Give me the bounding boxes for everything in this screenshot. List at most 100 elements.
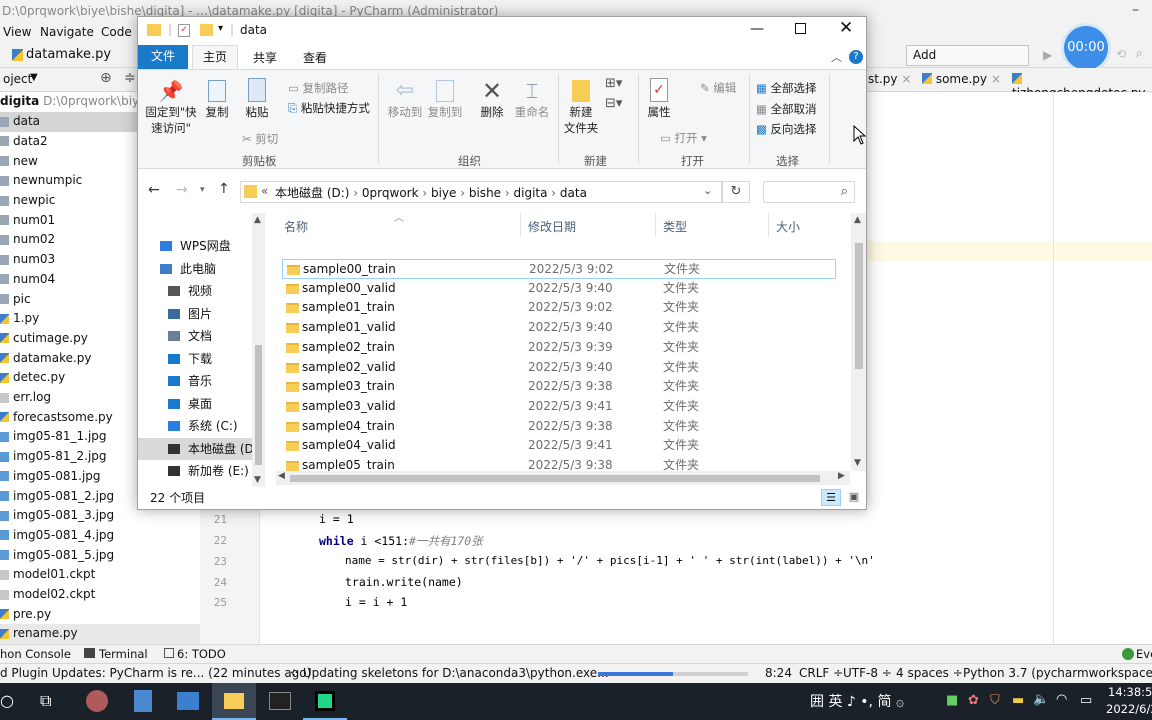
pin-quick-access-button[interactable]: 📌 固定到"快 速访问" [144,78,198,136]
file-row[interactable]: sample04_valid 2022/5/3 9:41 文件夹 [282,436,836,456]
volume-icon[interactable]: 🔈 [1033,692,1049,707]
details-view-icon[interactable]: ☰ [821,489,841,506]
nav-item[interactable]: 本地磁盘 (D [138,437,254,460]
terminal-icon[interactable] [269,692,291,710]
up-icon[interactable]: ↑ [218,181,230,197]
breadcrumb-item[interactable]: data [560,186,587,200]
nav-item[interactable]: WPS网盘 [138,235,253,258]
ime-indicator[interactable]: 囲 英 ♪ •, 简 ۞ [810,691,904,711]
line-separator[interactable]: CRLF ÷ [799,664,843,683]
breadcrumb-separator-icon[interactable]: › [501,186,513,200]
tray-icon[interactable]: ■ [946,693,958,708]
edit-button[interactable]: ✎ 编辑 [700,80,736,96]
breadcrumb-item[interactable]: digita [514,186,548,200]
project-item[interactable]: img05-081_5.jpg [0,546,200,566]
tray-icon[interactable]: ✿ [968,693,979,708]
select-none-button[interactable]: ▦ 全部取消 [756,101,817,117]
calculator-icon[interactable] [134,690,152,712]
select-all-button[interactable]: ▦ 全部选择 [756,80,817,96]
clock-date[interactable]: 2022/6/2 [1106,702,1152,716]
tab-file[interactable]: 文件 [138,45,188,69]
delete-button[interactable]: ✕ 删除 [474,78,510,120]
add-configuration-button[interactable]: Add Configuration... [906,45,1029,81]
file-row[interactable]: sample04_train 2022/5/3 9:38 文件夹 [282,417,836,437]
project-item[interactable]: rename.py [0,624,200,645]
move-to-button[interactable]: ⇦ 移动到 [386,78,424,120]
file-row[interactable]: sample03_train 2022/5/3 9:38 文件夹 [282,377,836,397]
status-task[interactable]: ⁘ Updating skeletons for D:\anaconda3\py… [289,664,609,683]
new-folder-button[interactable]: 新建 文件夹 [562,78,600,136]
search-input[interactable]: ⌕ [763,181,855,203]
project-panel-header[interactable]: oject [3,72,32,86]
breadcrumb-separator-icon[interactable]: › [349,186,361,200]
file-row[interactable]: sample02_valid 2022/5/3 9:40 文件夹 [282,358,836,378]
todo-tab[interactable]: 6: TODO [177,647,226,661]
breadcrumb-item[interactable]: 0prqwork [362,186,419,200]
search-everywhere-icon[interactable]: ⌕ [1136,46,1143,61]
properties-quick-icon[interactable]: ✓ [178,24,190,37]
clock-time[interactable]: 14:38:52 [1108,685,1152,699]
run-icon[interactable]: ▶ [1043,48,1052,62]
app-icon[interactable] [177,692,199,710]
file-list-horizontal-scrollbar[interactable]: ◀ ▶ [276,471,850,485]
collapse-ribbon-icon[interactable]: ︿ [831,49,842,65]
rename-button[interactable]: ⌶ 重命名 [512,78,552,120]
file-row[interactable]: sample03_valid 2022/5/3 9:41 文件夹 [282,397,836,417]
recording-timer[interactable]: 00:00 [1064,26,1108,70]
file-row[interactable]: sample05_train 2022/5/3 9:38 文件夹 [282,456,836,471]
recent-locations-icon[interactable]: ▾ [200,185,205,195]
large-icons-view-icon[interactable]: ▣ [845,489,863,506]
tab-share[interactable]: 共享 [253,49,277,66]
file-row[interactable]: sample00_valid 2022/5/3 9:40 文件夹 [282,279,836,299]
caret-position[interactable]: 8:24 [765,664,792,683]
nav-item[interactable]: 下载 [138,348,253,371]
column-header-name[interactable]: 名称 [284,218,308,235]
project-item[interactable]: model02.ckpt [0,585,200,605]
collapse-icon[interactable]: ≑ [124,70,136,86]
breadcrumb-item[interactable]: bishe [469,186,501,200]
column-header-type[interactable]: 类型 [663,218,687,235]
breadcrumb-separator-icon[interactable]: › [419,186,431,200]
project-item[interactable]: img05-081_4.jpg [0,526,200,546]
nav-scrollbar[interactable]: ▲ ▼ [252,213,265,487]
open-button[interactable]: ▭ 打开 ▾ [660,130,707,146]
nav-item[interactable]: 图片 [138,303,253,326]
new-folder-quick-icon[interactable] [200,24,213,36]
cut-button[interactable]: ✂ 剪切 [242,131,278,147]
app-icon[interactable] [86,690,108,712]
breadcrumb-item[interactable]: biye [431,186,456,200]
copy-path-button[interactable]: ▭ 复制路径 [288,80,349,96]
new-item-icon[interactable]: ⊞▾ [605,76,622,91]
customize-quick-access-icon[interactable]: ▾ [218,23,223,34]
project-item[interactable]: model01.ckpt [0,565,200,585]
address-dropdown-icon[interactable]: ⌄ [703,184,712,197]
column-header-date[interactable]: 修改日期 [528,218,576,235]
debug-icon[interactable]: ⟲ [1116,47,1126,61]
invert-selection-button[interactable]: ▩ 反向选择 [756,121,817,137]
back-icon[interactable]: ← [148,182,160,198]
battery-icon[interactable]: ▭ [1080,693,1092,708]
target-icon[interactable]: ⊕ [100,70,112,86]
paste-shortcut-button[interactable]: ⎘ 粘贴快捷方式 [288,100,370,116]
pycharm-minimize-button[interactable]: – [1132,0,1152,22]
project-item[interactable]: pre.py [0,605,200,625]
event-log-tab[interactable]: Eve [1136,647,1152,661]
nav-item[interactable]: 音乐 [138,370,253,393]
close-button[interactable]: ✕ [839,18,853,38]
python-console-tab[interactable]: hon Console [0,647,71,661]
properties-button[interactable]: ✓ 属性 [642,78,676,120]
column-header-size[interactable]: 大小 [776,218,800,235]
copy-to-button[interactable]: 复制到 [426,78,464,120]
address-bar[interactable]: « 本地磁盘 (D:) › 0prqwork › biye › bishe › … [240,181,722,203]
file-row[interactable]: sample01_train 2022/5/3 9:02 文件夹 [282,298,836,318]
shield-icon[interactable]: ⛉ [990,693,1000,708]
breadcrumb-separator-icon[interactable]: › [547,186,559,200]
terminal-tab[interactable]: Terminal [99,647,148,661]
python-interpreter[interactable]: Python 3.7 (pycharmworkspace) (2 [963,664,1152,683]
breadcrumb-item[interactable]: 本地磁盘 (D:) [275,186,349,200]
chevron-down-icon[interactable]: ▼ [30,72,38,83]
wifi-icon[interactable]: ◠ [1056,692,1067,707]
tab-view[interactable]: 查看 [303,49,327,66]
nav-item[interactable]: 新加卷 (E:) [138,460,253,483]
tab-home[interactable]: 主页 [192,45,238,70]
